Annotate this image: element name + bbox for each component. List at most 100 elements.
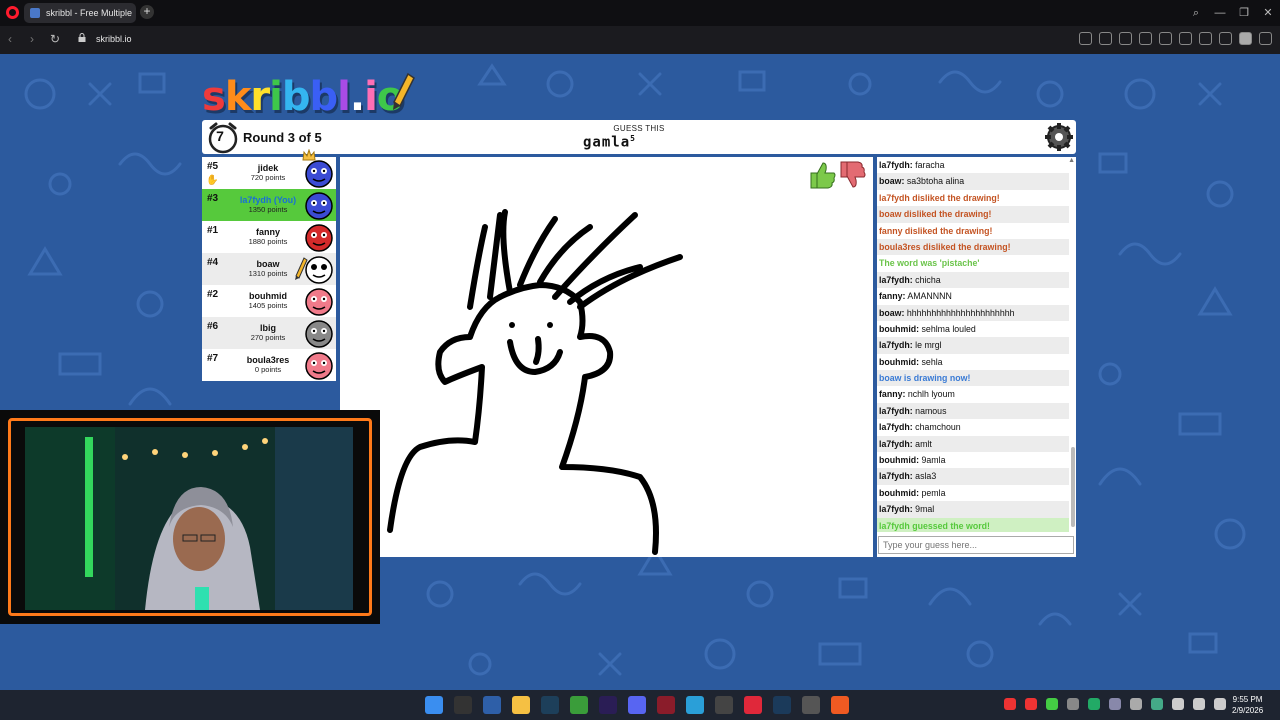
system-message: fanny disliked the drawing! <box>877 223 1069 239</box>
chat-username: boaw: <box>879 307 905 318</box>
camera-icon[interactable] <box>1099 32 1112 45</box>
player-avatar <box>305 192 333 220</box>
valorant-icon[interactable] <box>657 696 675 714</box>
skribbl-logo[interactable]: skribbl.io <box>202 74 404 120</box>
chat-text: nchlh lyoum <box>905 389 955 400</box>
forward-icon[interactable]: › <box>30 32 34 46</box>
system-clock[interactable]: 9:55 PM 2/9/2026 <box>1232 694 1263 716</box>
player-avatar <box>305 256 333 284</box>
vpn-icon[interactable] <box>1139 32 1152 45</box>
thumbs-up-icon[interactable] <box>808 160 838 190</box>
chat-username: la7fydh: <box>879 340 913 351</box>
microphone-icon[interactable] <box>1172 698 1184 710</box>
player-name: jidek <box>257 163 279 173</box>
drawing-canvas[interactable] <box>340 157 873 557</box>
wifi-icon[interactable] <box>1193 698 1205 710</box>
tray-icon-7[interactable] <box>1130 698 1142 710</box>
player-rank: #3 <box>207 193 219 204</box>
webcam-overlay <box>0 410 380 624</box>
scroll-up-icon[interactable]: ▲ <box>1068 157 1075 164</box>
profile-avatar[interactable] <box>1239 32 1252 45</box>
tray-icon-1[interactable] <box>1004 698 1016 710</box>
chat-username: boaw: <box>879 176 905 187</box>
edit-icon[interactable] <box>1079 32 1092 45</box>
chat-username: la7fydh: <box>879 274 913 285</box>
lightroom-icon[interactable] <box>541 696 559 714</box>
player-row[interactable]: #7 boula3res 0 points <box>202 349 336 381</box>
player-row[interactable]: #6 lbig 270 points <box>202 317 336 349</box>
system-text: boaw is drawing now! <box>879 373 971 384</box>
tray-icon-5[interactable] <box>1088 698 1100 710</box>
tray-icon-2[interactable] <box>1025 698 1037 710</box>
drawing-pencil-icon <box>295 257 308 280</box>
menu-icon[interactable] <box>1219 32 1232 45</box>
tray-icon-6[interactable] <box>1109 698 1121 710</box>
player-avatar <box>305 160 333 188</box>
chat-message: la7fydh: chicha <box>877 271 1069 289</box>
system-text: fanny disliked the drawing! <box>879 225 993 236</box>
chat-text: AMANNNN <box>905 291 952 302</box>
chat-text: faracha <box>912 160 945 170</box>
heart-icon[interactable] <box>1179 32 1192 45</box>
folder-icon[interactable] <box>512 696 530 714</box>
guess-input[interactable] <box>878 536 1074 554</box>
new-tab-button[interactable]: + <box>140 5 154 19</box>
player-row[interactable]: #4 boaw 1310 points <box>202 253 336 285</box>
clock-date: 2/9/2026 <box>1232 706 1264 715</box>
url-field[interactable]: skribbl.io <box>96 34 132 44</box>
window-controls: ⌕ — ❐ ✕ <box>1184 0 1280 26</box>
back-icon[interactable]: ‹ <box>8 32 12 46</box>
tab-skribbl[interactable]: skribbl - Free Multiple <box>24 3 136 23</box>
chat-message: la7fydh: asla3 <box>877 468 1069 485</box>
tray-icon-8[interactable] <box>1151 698 1163 710</box>
hand-cursor-icon: ✋ <box>206 175 219 186</box>
tray-icon-3[interactable] <box>1046 698 1058 710</box>
xbox-icon[interactable] <box>570 696 588 714</box>
steam-icon[interactable] <box>773 696 791 714</box>
chat-message: la7fydh: namous <box>877 402 1069 420</box>
thumbs-down-icon[interactable] <box>838 160 868 190</box>
shield-icon[interactable] <box>1119 32 1132 45</box>
opera-icon[interactable] <box>744 696 762 714</box>
app-icon[interactable] <box>483 696 501 714</box>
opera-logo-icon[interactable] <box>6 6 19 19</box>
minimize-button[interactable]: — <box>1208 0 1232 26</box>
wallet-icon[interactable] <box>1259 32 1272 45</box>
windows-taskbar: 9:55 PM 2/9/2026 <box>0 690 1280 720</box>
premiere-icon[interactable] <box>599 696 617 714</box>
brave-icon[interactable] <box>831 696 849 714</box>
chat-username: fanny: <box>879 291 906 302</box>
chat-text: namous <box>912 405 947 416</box>
player-row[interactable]: #5 jidek 720 points ✋ <box>202 149 336 189</box>
download-icon[interactable] <box>1199 32 1212 45</box>
maximize-button[interactable]: ❐ <box>1232 0 1256 26</box>
tray-icon-4[interactable] <box>1067 698 1079 710</box>
chat-text: 9amla <box>919 455 946 466</box>
player-row[interactable]: #3 la7fydh (You) 1350 points <box>202 189 336 221</box>
player-rank: #5 <box>207 161 219 172</box>
telegram-icon[interactable] <box>686 696 704 714</box>
chat-scroll-thumb[interactable] <box>1071 447 1075 527</box>
chat-message: bouhmid: sehlma louled <box>877 321 1069 337</box>
close-window-button[interactable]: ✕ <box>1256 0 1280 26</box>
search-tabs-icon[interactable]: ⌕ <box>1184 0 1208 26</box>
obs-icon[interactable] <box>715 696 733 714</box>
app2-icon[interactable] <box>802 696 820 714</box>
chat-scrollbar[interactable]: ▲ <box>1068 157 1075 532</box>
player-name: boula3res <box>246 355 290 365</box>
chat-text: le mrgl <box>912 340 942 351</box>
volume-icon[interactable] <box>1214 698 1226 710</box>
chat-text: hhhhhhhhhhhhhhhhhhhhhh <box>904 307 1015 318</box>
system-message: la7fydh disliked the drawing! <box>877 190 1069 206</box>
reload-icon[interactable]: ↻ <box>50 32 60 46</box>
discord-icon[interactable] <box>628 696 646 714</box>
chat-text: asla3 <box>912 471 937 482</box>
settings-gear-icon[interactable] <box>1044 122 1074 152</box>
play-icon[interactable] <box>1159 32 1172 45</box>
start-icon[interactable] <box>425 696 443 714</box>
system-text: The word was 'pistache' <box>879 258 980 269</box>
system-text: la7fydh disliked the drawing! <box>879 192 1000 203</box>
player-row[interactable]: #2 bouhmid 1405 points <box>202 285 336 317</box>
player-row[interactable]: #1 fanny 1880 points <box>202 221 336 253</box>
epic-games-icon[interactable] <box>454 696 472 714</box>
